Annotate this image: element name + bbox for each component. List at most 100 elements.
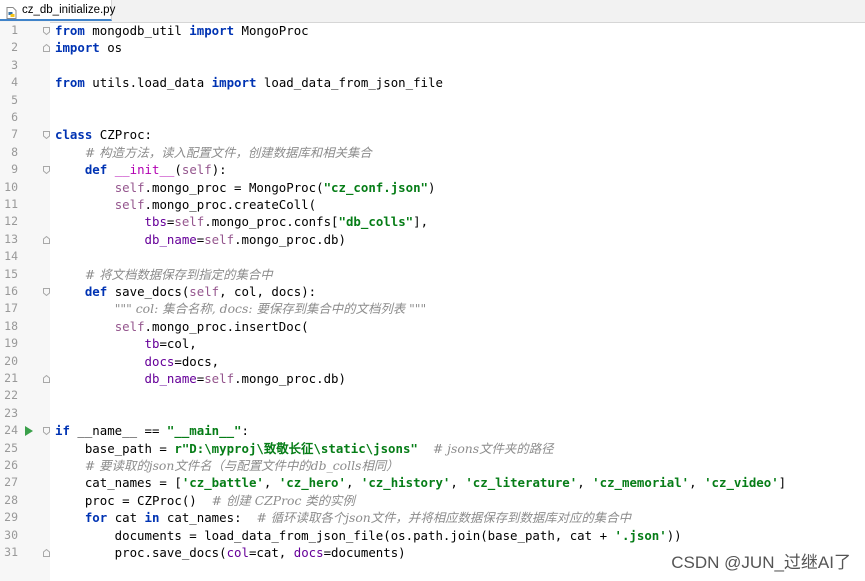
code-line[interactable]: 2 import os <box>0 39 865 56</box>
run-icon[interactable] <box>25 426 33 437</box>
code-line[interactable]: 18 self.mongo_proc.insertDoc( <box>0 318 865 335</box>
code-token: )) <box>666 527 682 543</box>
code-token: proc.save_docs( <box>55 545 227 560</box>
line-number: 28 <box>4 492 18 507</box>
fold-marker-icon[interactable] <box>43 44 50 53</box>
code-text: def __init__(self): <box>55 161 227 178</box>
line-number: 31 <box>4 545 18 559</box>
code-token: db_name <box>144 371 197 386</box>
code-token: # 将文档数据保存到指定的集合中 <box>84 266 273 282</box>
code-token: , <box>263 475 279 491</box>
code-token: =cat, <box>248 545 294 560</box>
code-token: # 构造方法，读入配置文件，创建数据库和相关集合 <box>84 144 372 160</box>
line-number: 26 <box>4 458 18 472</box>
line-number: 8 <box>11 144 18 159</box>
code-token: "__main__" <box>166 423 242 439</box>
fold-marker-icon[interactable] <box>43 288 50 296</box>
fold-marker-icon[interactable] <box>43 166 50 175</box>
code-token: def <box>84 284 108 299</box>
code-token: # 创建 CZProc 类的实例 <box>211 492 355 508</box>
code-line[interactable]: 20 docs=docs, <box>0 353 865 370</box>
code-line[interactable]: 27 cat_names = ['cz_battle', 'cz_hero', … <box>0 474 865 491</box>
code-token: # 循环读取各个json文件，并将相应数据保存到数据库对应的集合中 <box>256 510 631 526</box>
code-line[interactable]: 22 <box>0 387 865 404</box>
fold-marker-icon[interactable] <box>43 427 50 436</box>
fold-marker-icon[interactable] <box>43 235 50 244</box>
line-number: 6 <box>11 110 18 124</box>
code-line[interactable]: 11 self.mongo_proc.createColl( <box>0 196 865 213</box>
code-line[interactable]: 19 tb=col, <box>0 335 865 352</box>
code-line[interactable]: 6 <box>0 109 865 126</box>
code-editor[interactable]: 1 from mongodb_util import MongoProc 2 impo… <box>0 22 865 581</box>
code-line[interactable]: 3 <box>0 57 865 74</box>
code-line[interactable]: 24 if __name__ == "__main__": <box>0 422 865 439</box>
code-token: , <box>345 475 361 491</box>
code-token: '.json' <box>614 527 667 543</box>
code-token: import <box>211 75 257 91</box>
code-line[interactable]: 13 db_name=self.mongo_proc.db) <box>0 231 865 248</box>
code-text: # 将文档数据保存到指定的集合中 <box>55 266 273 283</box>
fold-marker-icon[interactable] <box>43 375 50 383</box>
code-token: # jsons文件夹的路径 <box>432 440 554 456</box>
code-line[interactable]: 16 def save_docs(self, col, docs): <box>0 283 865 300</box>
code-line[interactable]: 15 # 将文档数据保存到指定的集合中 <box>0 266 865 283</box>
code-token: os <box>99 40 123 56</box>
code-line[interactable]: 26 # 要读取的json文件名（与配置文件中的db_colls相同） <box>0 457 865 474</box>
code-line[interactable]: 29 for cat in cat_names: # 循环读取各个json文件，… <box>0 509 865 526</box>
code-text: class CZProc: <box>55 126 152 143</box>
code-line[interactable]: 4 from utils.load_data import load_data_f… <box>0 74 865 91</box>
code-text: docs=docs, <box>55 353 220 370</box>
line-number: 5 <box>11 92 18 107</box>
code-token: =documents) <box>323 545 406 560</box>
fold-marker-icon[interactable] <box>43 549 50 557</box>
code-line[interactable]: 10 self.mongo_proc = MongoProc("cz_conf.… <box>0 179 865 196</box>
code-text: if __name__ == "__main__": <box>55 422 249 439</box>
code-text: from utils.load_data import load_data_fr… <box>55 74 443 91</box>
line-number: 15 <box>4 266 18 281</box>
code-line[interactable]: 25 base_path = r"D:\myproj\致敬长征\static\j… <box>0 440 865 457</box>
fold-marker-icon[interactable] <box>43 131 50 140</box>
code-token: docs <box>144 353 175 369</box>
code-line[interactable]: 9 def __init__(self): <box>0 161 865 178</box>
code-text: documents = load_data_from_json_file(os.… <box>55 527 682 544</box>
tab-cz-db-initialize[interactable]: cz_db_initialize.py <box>0 0 115 21</box>
line-number: 24 <box>4 423 18 438</box>
code-token: "cz_conf.json" <box>323 179 429 195</box>
code-line[interactable]: 8 # 构造方法，读入配置文件，创建数据库和相关集合 <box>0 144 865 161</box>
code-token: , <box>577 475 593 491</box>
code-token: save_docs( <box>107 284 190 299</box>
code-token: # 要读取的json文件名（与配置文件中的db_colls相同） <box>84 458 399 473</box>
code-line[interactable]: 21 db_name=self.mongo_proc.db) <box>0 370 865 387</box>
fold-marker-icon[interactable] <box>43 27 50 35</box>
code-line[interactable]: 7 class CZProc: <box>0 126 865 143</box>
code-token: load_data_from_json_file <box>256 75 443 91</box>
code-text: self.mongo_proc.insertDoc( <box>55 318 309 335</box>
code-line[interactable]: 1 from mongodb_util import MongoProc <box>0 22 865 39</box>
code-token: self <box>114 318 145 334</box>
code-line[interactable]: 30 documents = load_data_from_json_file(… <box>0 527 865 544</box>
code-line[interactable]: 28 proc = CZProc() # 创建 CZProc 类的实例 <box>0 492 865 509</box>
code-line[interactable]: 14 <box>0 248 865 265</box>
code-token: import <box>189 23 235 38</box>
code-token: .mongo_proc.db) <box>234 371 346 386</box>
code-line[interactable]: 5 <box>0 92 865 109</box>
line-number: 9 <box>11 162 18 177</box>
code-token: in <box>144 510 160 526</box>
line-number: 10 <box>4 179 18 194</box>
code-line[interactable]: 23 <box>0 405 865 422</box>
code-token: for <box>84 510 108 526</box>
code-token: r"D:\myproj\致敬长征\static\jsons" <box>174 440 418 456</box>
code-token: tb <box>144 336 160 352</box>
code-line[interactable]: 12 tbs=self.mongo_proc.confs["db_colls"]… <box>0 213 865 230</box>
code-token: mongodb_util <box>84 23 190 38</box>
code-text: cat_names = ['cz_battle', 'cz_hero', 'cz… <box>55 474 786 491</box>
code-line[interactable]: 17 """ col: 集合名称, docs: 要保存到集合中的文档列表 """ <box>0 300 865 317</box>
